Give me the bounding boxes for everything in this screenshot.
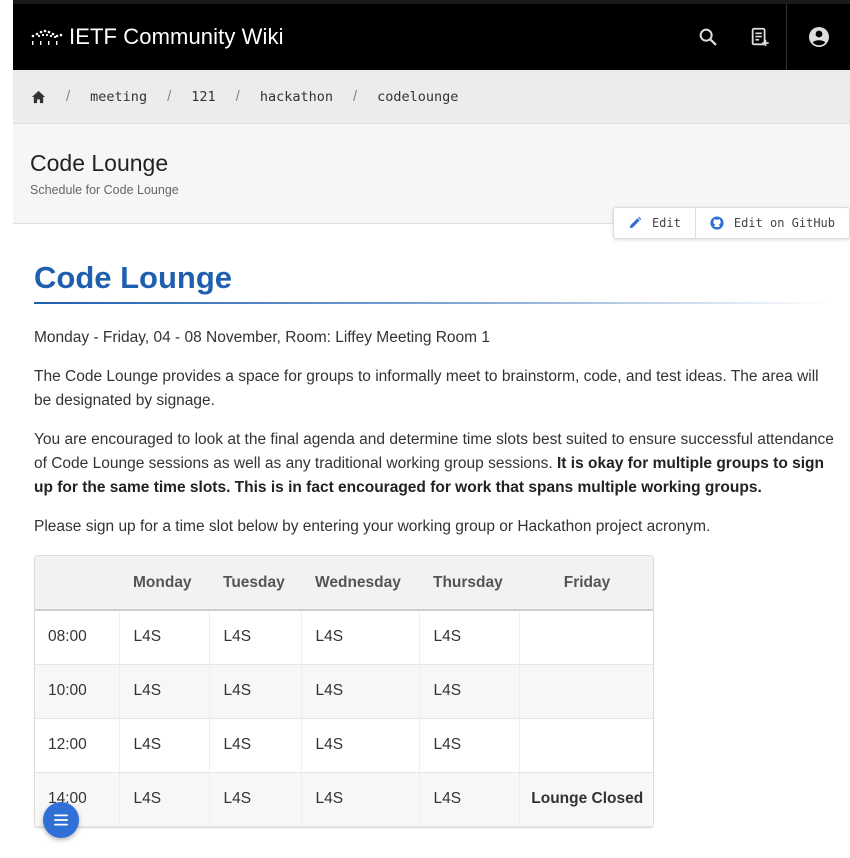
header-time <box>35 556 119 611</box>
toc-menu-button[interactable] <box>43 802 79 838</box>
breadcrumb-item-meeting[interactable]: meeting <box>90 89 147 105</box>
slot-cell <box>519 664 653 719</box>
paragraph-signup: Please sign up for a time slot below by … <box>34 518 711 535</box>
slot-cell: L4S <box>209 664 302 719</box>
new-page-icon <box>751 27 769 47</box>
schedule-table-wrapper: Monday Tuesday Wednesday Thursday Friday… <box>34 555 654 828</box>
time-cell: 08:00 <box>35 610 120 665</box>
breadcrumb-item-121[interactable]: 121 <box>191 89 215 105</box>
content-heading: Code Lounge <box>34 260 830 306</box>
time-cell: 12:00 <box>35 718 120 773</box>
header-friday: Friday <box>519 556 653 611</box>
paragraph-description: The Code Lounge provides a space for gro… <box>34 368 819 409</box>
breadcrumb-item-codelounge[interactable]: codelounge <box>377 89 458 105</box>
search-button[interactable] <box>682 4 734 70</box>
main-content: Code Lounge Monday - Friday, 04 - 08 Nov… <box>13 224 850 828</box>
slot-cell: L4S <box>301 610 420 665</box>
slot-cell <box>519 718 653 773</box>
slot-cell: L4S <box>119 664 210 719</box>
account-icon <box>808 27 829 47</box>
menu-icon <box>54 814 68 826</box>
top-navbar: IETF Community Wiki <box>13 0 850 70</box>
slot-cell: L4S <box>419 772 520 827</box>
slot-cell <box>519 610 653 665</box>
slot-cell: L4S <box>209 718 302 773</box>
breadcrumb: / meeting / 121 / hackathon / codelounge <box>13 70 850 124</box>
slot-cell: L4S <box>209 772 302 827</box>
table-row: 14:00 L4S L4S L4S L4S Lounge Closed <box>35 772 653 827</box>
page-actions: Edit Edit on GitHub <box>612 207 850 239</box>
table-row: 08:00 L4S L4S L4S L4S <box>35 610 653 665</box>
github-icon <box>710 216 724 230</box>
slot-cell: L4S <box>419 718 520 773</box>
slot-cell: L4S <box>301 664 420 719</box>
slot-cell: L4S <box>301 718 420 773</box>
home-link[interactable] <box>31 90 46 104</box>
search-icon <box>699 28 717 46</box>
slot-cell: L4S <box>301 772 420 827</box>
header-monday: Monday <box>119 556 209 611</box>
page-subtitle: Schedule for Code Lounge <box>30 183 179 197</box>
account-button[interactable] <box>786 4 850 70</box>
pencil-icon <box>629 216 642 229</box>
breadcrumb-separator: / <box>235 88 240 105</box>
slot-cell: L4S <box>209 610 302 665</box>
breadcrumb-item-hackathon[interactable]: hackathon <box>260 89 333 105</box>
edit-on-github-label: Edit on GitHub <box>733 216 835 230</box>
ietf-logo-icon <box>31 29 63 45</box>
header-wednesday: Wednesday <box>301 556 419 611</box>
table-row: 10:00 L4S L4S L4S L4S <box>35 664 653 719</box>
site-title[interactable]: IETF Community Wiki <box>69 24 284 50</box>
breadcrumb-separator: / <box>352 88 358 105</box>
header-thursday: Thursday <box>419 556 519 611</box>
page-title: Code Lounge <box>30 150 169 176</box>
paragraph-dates: Monday - Friday, 04 - 08 November, Room:… <box>34 329 491 346</box>
slot-cell: L4S <box>119 610 210 665</box>
table-row: 12:00 L4S L4S L4S L4S <box>35 718 653 773</box>
slot-cell: L4S <box>419 664 520 719</box>
edit-button[interactable]: Edit <box>614 208 695 238</box>
slot-cell: L4S <box>419 610 520 665</box>
time-cell: 10:00 <box>35 664 120 719</box>
home-icon <box>31 90 46 103</box>
new-page-button[interactable] <box>734 4 786 70</box>
edit-label: Edit <box>651 216 681 230</box>
slot-cell: Lounge Closed <box>519 772 653 827</box>
edit-on-github-button[interactable]: Edit on GitHub <box>694 208 849 238</box>
header-tuesday: Tuesday <box>209 556 301 611</box>
slot-cell: L4S <box>119 772 210 827</box>
page-frame: IETF Community Wiki / meeting / 121 / ha… <box>13 0 850 858</box>
top-actions <box>682 4 850 70</box>
table-header-row: Monday Tuesday Wednesday Thursday Friday <box>35 556 653 611</box>
breadcrumb-separator: / <box>66 88 71 105</box>
breadcrumb-separator: / <box>167 88 172 105</box>
paragraph-guidance: You are encouraged to look at the final … <box>34 428 834 500</box>
schedule-table: Monday Tuesday Wednesday Thursday Friday… <box>35 556 653 827</box>
slot-cell: L4S <box>119 718 210 773</box>
site-logo-link[interactable]: IETF Community Wiki <box>29 24 284 50</box>
